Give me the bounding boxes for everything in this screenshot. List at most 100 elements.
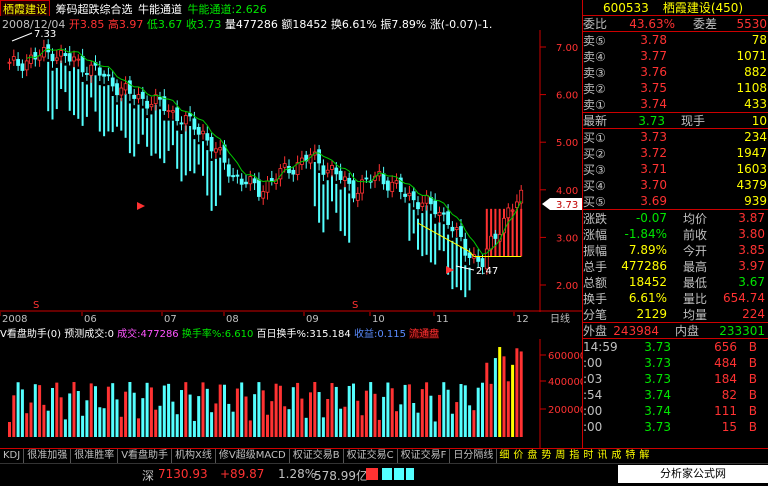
tick-volume: 484: [714, 356, 737, 370]
indicator-tab[interactable]: 指: [567, 449, 581, 463]
inner-value: 233301: [719, 323, 765, 338]
market-amount: 578.99亿: [314, 469, 368, 483]
buy-price: 3.73: [640, 130, 667, 144]
indicator-tab[interactable]: 价: [511, 449, 525, 463]
volume-tick-label: 400000: [548, 377, 582, 388]
sell-volume: 433: [744, 97, 767, 111]
indicator-tab[interactable]: 权证交易B: [290, 449, 344, 463]
outer-inner-row: 外盘 243984 内盘 233301: [583, 322, 768, 338]
indicator-tab[interactable]: KDJ: [0, 449, 25, 463]
weibi-value: 43.63%: [629, 16, 675, 31]
stat-label: 最低: [682, 275, 707, 290]
price-tick-label: 4.00: [556, 186, 578, 197]
hundred-day-turnover: 百日换手%:315.184: [256, 329, 351, 339]
sell-row: 卖⑤ 3.78 78: [583, 32, 768, 48]
sell-level-label: 卖⑤: [583, 33, 606, 48]
stat-value: 3.97: [738, 259, 765, 273]
stat-value: 224: [742, 307, 765, 321]
tick-volume: 82: [721, 388, 737, 402]
stock-code: 600533: [603, 0, 649, 15]
indicator-tab[interactable]: 盘: [525, 449, 539, 463]
sell-price: 3.75: [640, 81, 667, 95]
index-value: 7130.93: [158, 467, 208, 481]
stat-value: 3.67: [738, 275, 765, 289]
tick-volume: 15: [721, 420, 737, 434]
time-tick-label: 09: [306, 314, 319, 325]
period-label[interactable]: 日线: [550, 312, 570, 325]
stat-row: 总手 477286 最高 3.97: [583, 258, 768, 274]
volume-tick-label: 200000: [548, 405, 582, 416]
outer-label: 外盘: [583, 324, 608, 338]
indicator-tab[interactable]: 势: [539, 449, 553, 463]
tick-price: 3.73: [644, 340, 671, 354]
tick-list: 14:59 3.73 656 B:00 3.73 484 B:03 3.73 184 B:54 3.…: [583, 338, 768, 435]
stat-row: 振幅 7.89% 今开 3.85: [583, 242, 768, 258]
stat-value: 18452: [628, 275, 667, 289]
buy-row: 买④ 3.70 4379: [583, 177, 768, 193]
buy-level-label: 买②: [583, 146, 606, 161]
time-tick-label: 12: [516, 314, 529, 325]
indicator-tab[interactable]: 特: [623, 449, 637, 463]
stat-value: 3.87: [738, 211, 765, 225]
tick-side: B: [748, 340, 757, 354]
buy-volume: 1603: [736, 162, 767, 176]
stat-row: 换手 6.61% 量比 654.74: [583, 290, 768, 306]
indicator-tab[interactable]: V看盘助手: [118, 449, 173, 463]
buy-level-label: 买③: [583, 162, 606, 177]
buy-level-label: 买⑤: [583, 194, 606, 209]
time-axis: 2008 06 07 08 09 10 11 12 日线: [0, 312, 582, 325]
stat-label: 换手: [583, 291, 608, 306]
indicator-tab[interactable]: 修V超级MACD: [216, 449, 290, 463]
watermark: 分析家公式网www.88gg.com: [618, 465, 768, 486]
indicator-tab[interactable]: 很准胜率: [71, 449, 119, 463]
indicator-tab[interactable]: 周: [553, 449, 567, 463]
volume-panel-title[interactable]: V看盘助手(0): [0, 329, 61, 339]
sell-price: 3.74: [640, 97, 667, 111]
stock-name-label[interactable]: 栖霞建设: [0, 0, 50, 16]
tick-row: :00 3.74 111 B: [583, 403, 768, 419]
indicator-tab[interactable]: 时: [581, 449, 595, 463]
indicator-tab[interactable]: 日分隔线: [450, 449, 498, 463]
sell-price: 3.76: [640, 65, 667, 79]
indicator-tab[interactable]: 权证交易F: [398, 449, 451, 463]
stat-label: 均量: [682, 307, 707, 322]
buy-row: 买② 3.72 1947: [583, 145, 768, 161]
indicator-tab[interactable]: 很准加强: [24, 449, 72, 463]
volume-chart[interactable]: 600000 400000 200000: [0, 339, 582, 448]
volume-panel-header: V看盘助手(0) 预测成交:0 成交:477286 换手率%:6.610 百日换…: [0, 325, 582, 339]
sell-level-label: 卖②: [583, 81, 606, 96]
weicha-value: 5530: [736, 16, 767, 31]
tick-time: :00: [583, 420, 603, 434]
tick-price: 3.73: [644, 420, 671, 434]
quote-panel: 600533 栖霞建设 (450) 委比 43.63% 委差 5530 卖⑤ 3.…: [582, 0, 768, 448]
float-shares-label: 流通盘: [409, 329, 440, 339]
indicator-tab[interactable]: 机构X线: [172, 449, 216, 463]
stat-value: 654.74: [723, 291, 765, 305]
indicator-tab[interactable]: 成: [609, 449, 623, 463]
stat-label: 振幅: [583, 243, 608, 258]
top-info-line: 栖霞建设 筹码超跌综合选 牛能通道 牛能通道:2.626: [0, 0, 582, 16]
indicator-tab[interactable]: 讯: [595, 449, 609, 463]
kline-chart[interactable]: 7.006.005.004.003.002.00 7.33 2.47 3.73 …: [0, 30, 582, 312]
stat-value: -0.07: [635, 211, 667, 225]
sell-book: 卖⑤ 3.78 78 卖④ 3.77 1071 卖③ 3.76 882 卖② 3.75 1108 卖① 3…: [583, 31, 768, 112]
indicator-name[interactable]: 筹码超跌综合选: [56, 3, 133, 16]
indicator-tab[interactable]: 解: [637, 449, 651, 463]
buy-level-label: 买④: [583, 178, 606, 193]
bull-channel-value: 牛能通道:2.626: [187, 3, 267, 16]
tick-price: 3.73: [644, 356, 671, 370]
sell-level-label: 卖①: [583, 97, 606, 112]
sell-level-label: 卖④: [583, 49, 606, 64]
indicator-tab[interactable]: 细: [497, 449, 511, 463]
indicator-tab[interactable]: 权证交易C: [344, 449, 398, 463]
stat-value: 6.61%: [628, 291, 667, 305]
sell-level-label: 卖③: [583, 65, 606, 80]
stat-value: 3.80: [738, 227, 765, 241]
now-hand-label: 现手: [680, 114, 705, 128]
tick-volume: 656: [714, 340, 737, 354]
tick-price: 3.74: [644, 388, 671, 402]
high-annotation: 7.33: [34, 30, 56, 40]
buy-price: 3.72: [640, 146, 667, 160]
stat-row: 总额 18452 最低 3.67: [583, 274, 768, 290]
stat-label: 均价: [682, 211, 707, 226]
